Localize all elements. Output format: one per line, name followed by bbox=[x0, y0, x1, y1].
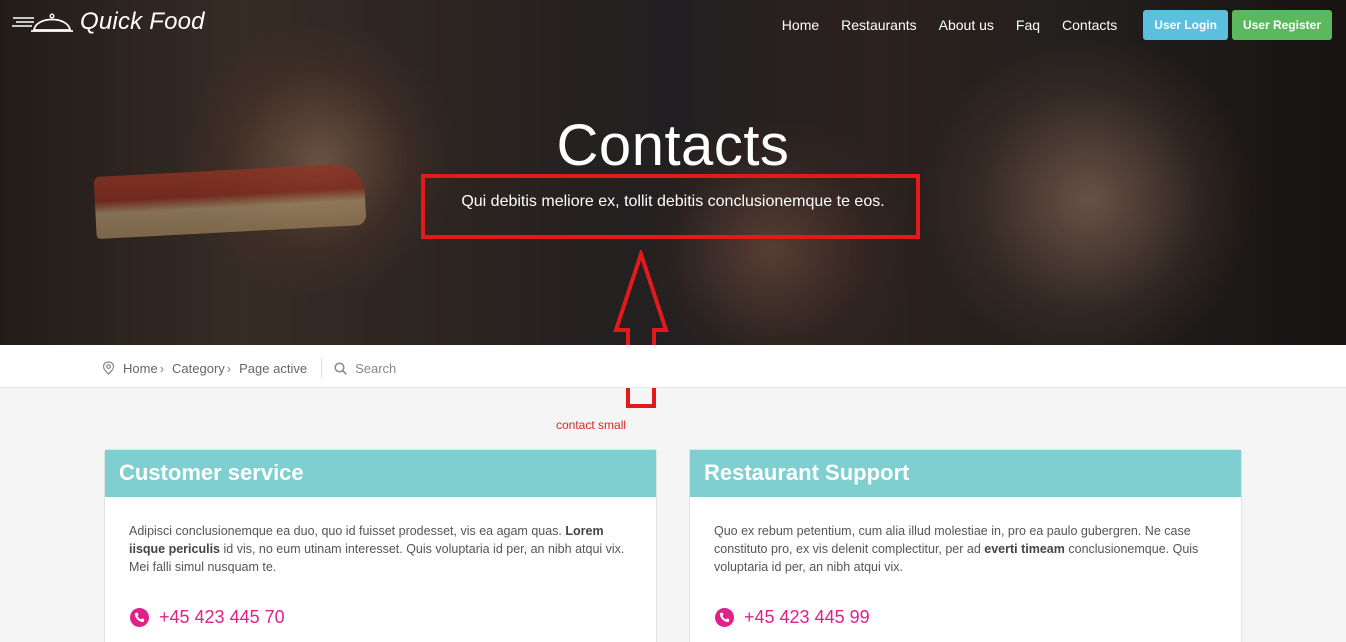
card-text-part: Adipisci conclusionemque ea duo, quo id … bbox=[129, 524, 566, 538]
cloche-logo-icon bbox=[12, 13, 73, 32]
breadcrumb-separator: › bbox=[159, 360, 165, 376]
breadcrumb-active: Page active bbox=[239, 360, 308, 376]
page-title: Contacts bbox=[556, 113, 790, 178]
hero-banner: Quick Food Home Restaurants About us Faq… bbox=[0, 0, 1346, 345]
breadcrumb-separator: › bbox=[226, 360, 232, 376]
search-input[interactable]: Search bbox=[334, 361, 396, 376]
phone-number: +45 423 445 70 bbox=[159, 607, 285, 627]
card-text: Adipisci conclusionemque ea duo, quo id … bbox=[105, 497, 656, 576]
restaurant-support-card: Restaurant Support Quo ex rebum petentiu… bbox=[689, 449, 1242, 642]
breadcrumb-category[interactable]: Category bbox=[172, 361, 225, 376]
user-register-button[interactable]: User Register bbox=[1231, 10, 1332, 40]
nav-contacts[interactable]: Contacts bbox=[1062, 11, 1117, 39]
breadcrumb-bar: Home › Category › Page active Search bbox=[0, 345, 1346, 388]
site-logo[interactable]: Quick Food bbox=[12, 8, 205, 36]
annotation-highlight-box bbox=[421, 174, 920, 239]
user-login-button[interactable]: User Login bbox=[1143, 10, 1228, 40]
annotation-label: contact small bbox=[556, 418, 627, 432]
search-icon bbox=[334, 361, 347, 375]
nav-faq[interactable]: Faq bbox=[1016, 11, 1040, 39]
map-pin-icon bbox=[102, 361, 115, 375]
phone-icon bbox=[715, 608, 734, 627]
breadcrumb-divider bbox=[321, 358, 323, 378]
search-placeholder: Search bbox=[355, 360, 397, 376]
card-title: Restaurant Support bbox=[690, 450, 1241, 497]
main-nav: Home Restaurants About us Faq Contacts U… bbox=[782, 10, 1332, 40]
nav-restaurants[interactable]: Restaurants bbox=[841, 11, 916, 39]
phone-link[interactable]: +45 423 445 99 bbox=[715, 607, 870, 628]
breadcrumb: Home › Category › Page active Search bbox=[102, 358, 396, 378]
nav-about[interactable]: About us bbox=[939, 11, 994, 39]
customer-service-card: Customer service Adipisci conclusionemqu… bbox=[104, 449, 657, 642]
brand-name: Quick Food bbox=[80, 8, 205, 35]
card-text-bold: everti timeam bbox=[984, 542, 1065, 556]
phone-number: +45 423 445 99 bbox=[744, 607, 870, 627]
phone-icon bbox=[130, 608, 149, 627]
breadcrumb-home[interactable]: Home bbox=[123, 361, 158, 376]
phone-link[interactable]: +45 423 445 70 bbox=[130, 607, 285, 628]
card-title: Customer service bbox=[105, 450, 656, 497]
nav-home[interactable]: Home bbox=[782, 11, 819, 39]
card-text: Quo ex rebum petentium, cum alia illud m… bbox=[690, 497, 1241, 576]
